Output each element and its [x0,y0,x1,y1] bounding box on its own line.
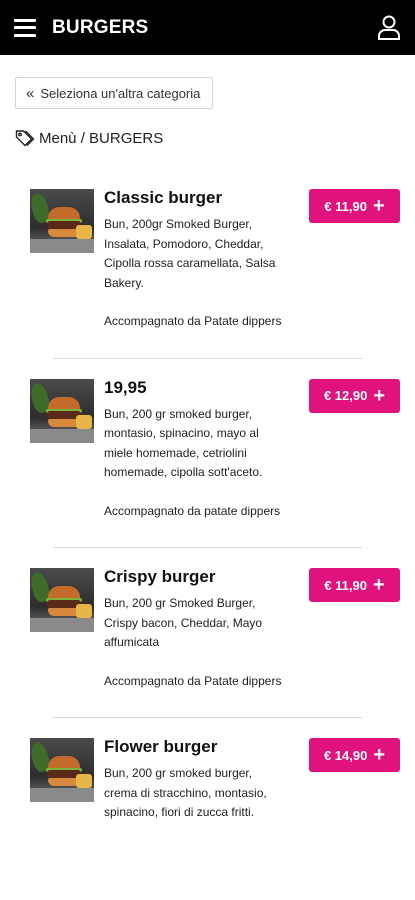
page-title: BURGERS [52,16,149,38]
plus-icon: + [373,384,386,407]
back-to-categories-button[interactable]: « Seleziona un'altra categoria [15,77,214,109]
product-item: Crispy burger Bun, 200 gr Smoked Burger,… [15,548,400,717]
add-to-cart-button[interactable]: € 14,90 + [309,738,400,772]
product-name: Flower burger [104,737,218,756]
product-item: Classic burger Bun, 200gr Smoked Burger,… [15,169,400,358]
add-to-cart-button[interactable]: € 11,90 + [309,568,400,602]
product-item: 19,95 Bun, 200 gr smoked burger, montasi… [15,359,400,548]
menu-icon[interactable] [14,18,36,37]
product-image[interactable] [30,189,94,253]
product-description: Bun, 200 gr Smoked Burger, Crispy bacon,… [104,596,263,649]
product-description: Bun, 200gr Smoked Burger, Insalata, Pomo… [104,217,276,290]
breadcrumb: Menù / BURGERS [15,129,400,147]
product-price: € 11,90 [324,198,367,214]
back-button-label: Seleziona un'altra categoria [40,85,201,101]
plus-icon: + [372,574,385,596]
product-description: Bun, 200 gr smoked burger, montasio, spi… [104,406,263,480]
product-image[interactable] [30,378,94,443]
product-name: 19,95 [104,377,147,397]
user-icon[interactable] [377,14,401,40]
plus-icon: + [372,195,385,217]
product-image[interactable] [30,568,94,632]
product-description: Bun, 200 gr smoked burger, crema di stra… [104,766,267,819]
product-price: € 11,90 [324,577,367,593]
product-item: Flower burger Bun, 200 gr smoked burger,… [15,718,400,849]
product-list: Classic burger Bun, 200gr Smoked Burger,… [15,169,400,849]
tag-icon [15,130,35,147]
add-to-cart-button[interactable]: € 12,90 + [309,378,400,413]
add-to-cart-button[interactable]: € 11,90 + [309,189,400,223]
product-price: € 12,90 [323,388,368,403]
breadcrumb-text: Menù / BURGERS [39,129,164,147]
product-extra: Accompagnato da patate dippers [104,503,281,518]
product-extra: Accompagnato da Patate dippers [104,673,282,688]
product-name: Crispy burger [104,567,216,586]
product-price: € 14,90 [323,747,368,763]
double-chevron-left-icon: « [26,84,35,102]
product-extra: Accompagnato da Patate dippers [104,314,282,328]
product-image[interactable] [30,738,94,802]
top-bar: BURGERS [0,0,415,55]
main-content: « Seleziona un'altra categoria Menù / BU… [0,55,415,849]
plus-icon: + [373,744,386,766]
product-name: Classic burger [104,188,223,207]
